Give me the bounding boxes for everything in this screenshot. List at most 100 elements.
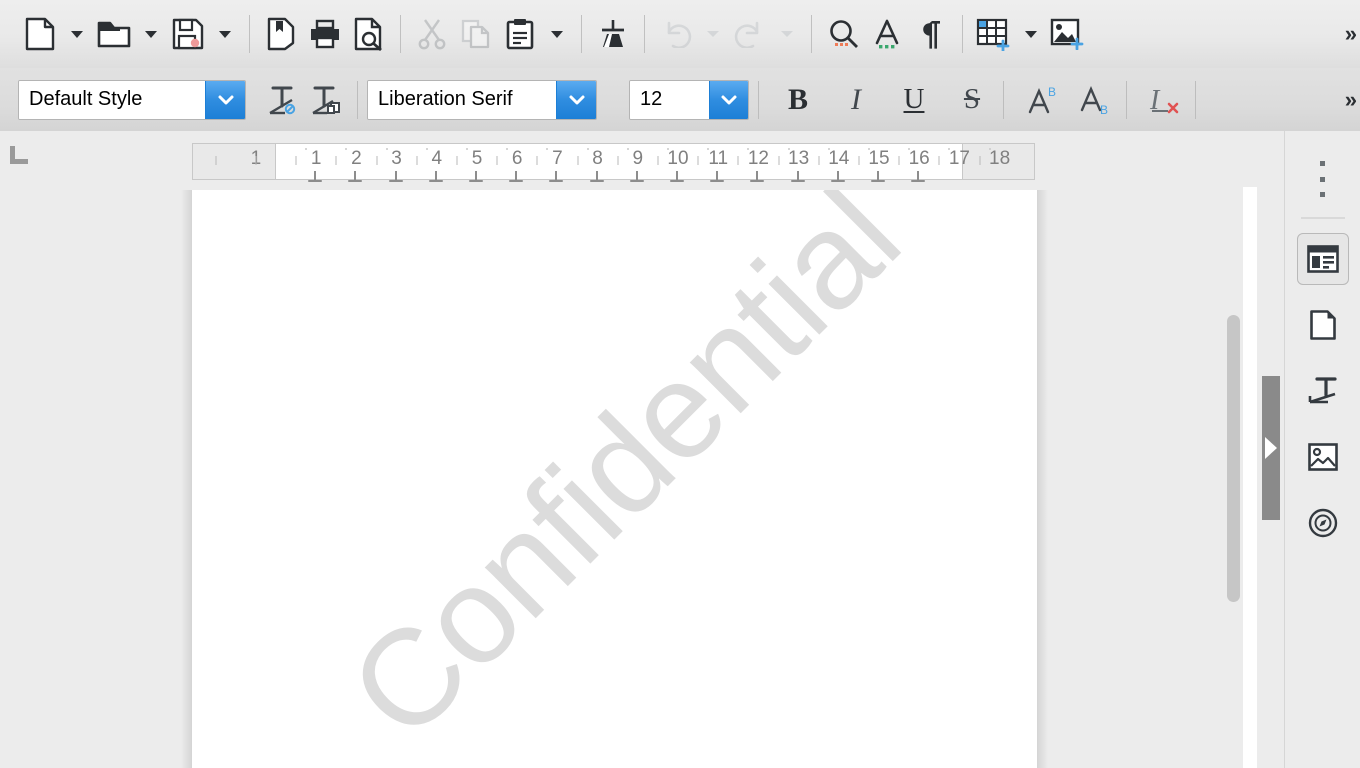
- sidebar-tab-navigator[interactable]: [1297, 497, 1349, 549]
- ruler-tab-stop[interactable]: [830, 170, 846, 182]
- toolbar-separator: [357, 80, 358, 119]
- ruler-number: 11: [708, 148, 729, 169]
- sidebar-tab-properties[interactable]: [1296, 233, 1349, 285]
- chevron-down-icon: [707, 31, 719, 37]
- underline-button[interactable]: U: [892, 77, 936, 123]
- svg-text:B: B: [1048, 85, 1056, 99]
- font-name-combo[interactable]: Liberation Serif: [367, 79, 597, 120]
- page-icon: [1309, 310, 1336, 340]
- save-button[interactable]: [166, 11, 210, 57]
- ruler-tab-stop[interactable]: [508, 170, 524, 182]
- sidebar-tab-styles[interactable]: [1297, 365, 1349, 417]
- document-page[interactable]: Confidential: [192, 190, 1037, 768]
- sidebar-tab-page[interactable]: [1297, 299, 1349, 351]
- open-button[interactable]: [92, 11, 136, 57]
- ruler-tab-stop[interactable]: [629, 170, 645, 182]
- ruler-tab-stop[interactable]: [548, 170, 564, 182]
- ruler-number: 15: [868, 148, 890, 169]
- ruler-tab-stop[interactable]: [468, 170, 484, 182]
- new-document-dropdown[interactable]: [62, 11, 92, 57]
- ruler-tab-stop[interactable]: [790, 170, 806, 182]
- italic-button[interactable]: I: [834, 77, 878, 123]
- ruler-tab-stop[interactable]: [388, 170, 404, 182]
- paragraph-style-combo[interactable]: Default Style: [18, 79, 246, 120]
- formatting-marks-button[interactable]: [909, 11, 953, 57]
- ruler-dot: [948, 148, 951, 150]
- insert-table-dropdown[interactable]: [1016, 11, 1046, 57]
- export-pdf-button[interactable]: [259, 11, 303, 57]
- font-name-dropdown[interactable]: [556, 80, 596, 119]
- ruler-number: 8: [592, 148, 603, 169]
- ruler-tab-stop[interactable]: [910, 170, 926, 182]
- superscript-button[interactable]: B: [1021, 77, 1065, 123]
- open-dropdown[interactable]: [136, 11, 166, 57]
- font-size-value[interactable]: 12: [630, 80, 709, 119]
- ruler-dot: [908, 148, 911, 150]
- vertical-scrollbar[interactable]: [1223, 187, 1243, 768]
- writer-window: » Default Style Liberation Serif 12 B I …: [0, 0, 1360, 768]
- open-folder-icon: [97, 21, 131, 48]
- scissors-icon: [418, 19, 446, 50]
- italic-icon: I: [851, 82, 861, 116]
- insert-image-icon: [1050, 18, 1084, 50]
- font-size-combo[interactable]: 12: [629, 79, 749, 120]
- ruler-tab-stop[interactable]: [347, 170, 363, 182]
- ruler-tab-stop[interactable]: [870, 170, 886, 182]
- spelling-button[interactable]: [865, 11, 909, 57]
- save-dropdown[interactable]: [210, 11, 240, 57]
- ruler-number: 17: [948, 148, 970, 169]
- page-shadow-right: [1037, 190, 1048, 768]
- print-button[interactable]: [303, 11, 347, 57]
- insert-image-button[interactable]: [1046, 11, 1090, 57]
- paste-dropdown[interactable]: [542, 11, 572, 57]
- ruler-tick: [697, 156, 699, 165]
- vertical-scrollbar-thumb[interactable]: [1227, 315, 1240, 602]
- bold-button[interactable]: B: [776, 77, 820, 123]
- formatting-toolbar-overflow[interactable]: »: [1345, 88, 1357, 111]
- bold-icon: B: [787, 82, 808, 116]
- paragraph-style-value[interactable]: Default Style: [19, 80, 206, 119]
- ruler-left-margin: [193, 144, 276, 179]
- font-name-value[interactable]: Liberation Serif: [368, 80, 557, 119]
- paintbrush-icon: [602, 20, 624, 47]
- undo-dropdown[interactable]: [698, 11, 728, 57]
- svg-text:B: B: [1100, 103, 1108, 116]
- ruler-dot: [305, 148, 308, 150]
- insert-table-button[interactable]: [972, 11, 1016, 57]
- find-replace-button[interactable]: [821, 11, 865, 57]
- print-preview-button[interactable]: [347, 11, 391, 57]
- redo-button[interactable]: [728, 11, 772, 57]
- more-vertical-icon-dot: [1320, 176, 1325, 182]
- redo-dropdown[interactable]: [772, 11, 802, 57]
- chevron-down-icon: [219, 30, 231, 38]
- copy-button[interactable]: [454, 11, 498, 57]
- tab-stop-selector[interactable]: [8, 145, 30, 165]
- underline-icon: U: [903, 83, 925, 115]
- font-size-dropdown[interactable]: [708, 80, 748, 119]
- ruler-number: 5: [471, 148, 483, 169]
- cut-button[interactable]: [410, 11, 454, 57]
- redo-arrow-icon: [734, 21, 759, 48]
- ruler-tab-stop[interactable]: [307, 170, 323, 182]
- sidebar-show-handle[interactable]: [1262, 376, 1280, 520]
- ruler-tab-stop[interactable]: [589, 170, 605, 182]
- standard-toolbar-overflow[interactable]: »: [1345, 23, 1357, 45]
- clone-char-style-button[interactable]: [304, 77, 348, 123]
- paragraph-style-dropdown[interactable]: [205, 80, 245, 119]
- new-document-button[interactable]: [18, 11, 62, 57]
- undo-button[interactable]: [654, 11, 698, 57]
- ruler-tab-stop[interactable]: [669, 170, 685, 182]
- ruler-tick: [979, 156, 980, 165]
- subscript-button[interactable]: B: [1073, 77, 1117, 123]
- clear-formatting-button[interactable]: [260, 77, 304, 123]
- styles-icon: [1308, 377, 1337, 404]
- ruler-tab-stop[interactable]: [428, 170, 444, 182]
- clear-char-formatting-button[interactable]: I: [1142, 77, 1186, 123]
- sidebar-more-options[interactable]: [1320, 161, 1325, 197]
- clone-formatting-button[interactable]: [591, 11, 635, 57]
- ruler-tab-stop[interactable]: [749, 170, 765, 182]
- paste-button[interactable]: [498, 11, 542, 57]
- strikethrough-button[interactable]: S: [950, 77, 994, 123]
- ruler-tab-stop[interactable]: [709, 170, 725, 182]
- sidebar-tab-gallery[interactable]: [1297, 431, 1349, 483]
